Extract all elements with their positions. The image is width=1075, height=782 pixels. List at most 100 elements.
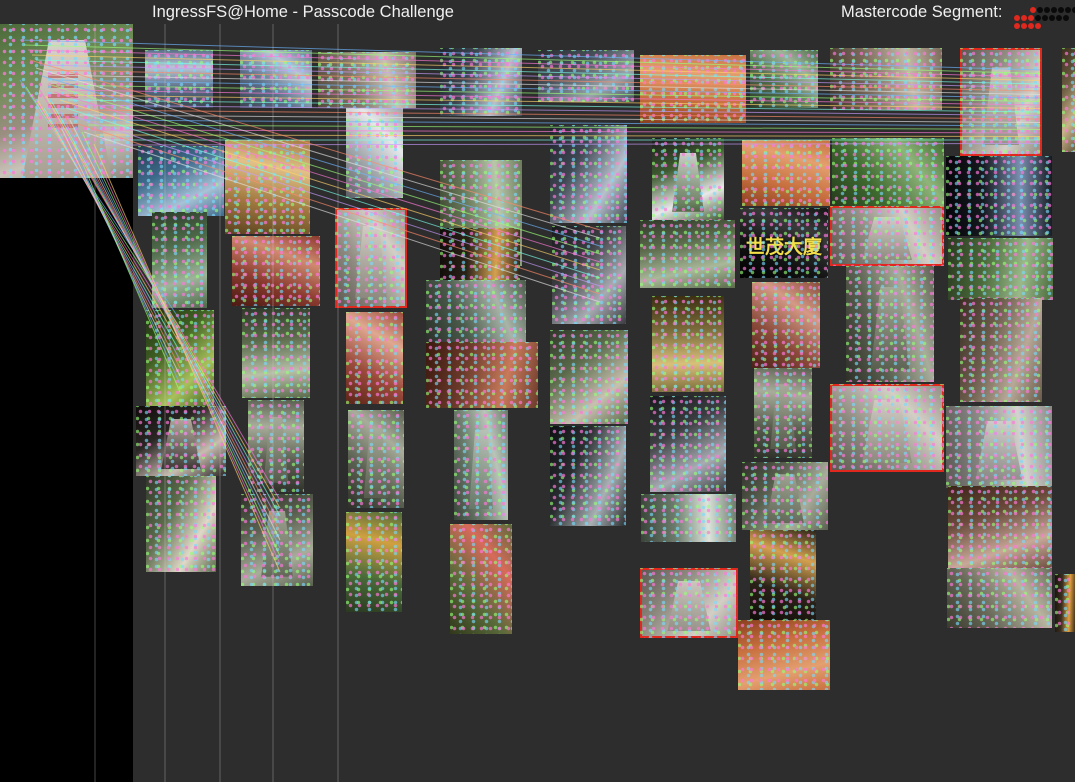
- page-title: IngressFS@Home - Passcode Challenge: [152, 3, 454, 21]
- tile-keypoints: [440, 48, 522, 116]
- candidate-image-stone-pillar[interactable]: [754, 368, 812, 458]
- candidate-image-orange-building[interactable]: [742, 140, 830, 206]
- tile-keypoints: [832, 138, 944, 210]
- tile-keypoints: [450, 524, 512, 634]
- candidate-image-neon-sculpture[interactable]: [946, 156, 1052, 236]
- tile-keypoints: [348, 410, 404, 508]
- tile-keypoints: [946, 406, 1052, 488]
- candidate-image-arch-shrine[interactable]: [146, 476, 216, 572]
- tile-keypoints: [232, 236, 320, 306]
- tile-keypoints: [650, 396, 726, 492]
- segment-dot: [1035, 23, 1041, 29]
- candidate-image-building-sign[interactable]: 世茂大廈: [740, 208, 828, 278]
- candidate-image-train[interactable]: [650, 396, 726, 492]
- segment-dot: [1065, 7, 1071, 13]
- tile-keypoints: [740, 208, 828, 278]
- match-line: [79, 114, 1041, 123]
- tile-keypoints: [830, 48, 942, 110]
- tile-keypoints: [640, 220, 735, 288]
- candidate-image-stone-pillar[interactable]: [241, 494, 313, 586]
- segment-dot: [1021, 23, 1027, 29]
- candidate-image-garden-bench[interactable]: [346, 512, 402, 612]
- candidate-image-red-flowers[interactable]: [450, 524, 512, 634]
- candidate-image-shrine-bottles[interactable]: [1062, 48, 1075, 152]
- candidate-image-lantern[interactable]: [146, 310, 214, 406]
- candidate-image-street-scene[interactable]: [538, 50, 634, 102]
- candidate-image-shop[interactable]: [550, 426, 626, 526]
- candidate-image-stone-monument[interactable]: [830, 384, 944, 472]
- candidate-image-stone-pillar[interactable]: [348, 410, 404, 508]
- candidate-image-fence[interactable]: [640, 220, 735, 288]
- tile-keypoints: [846, 266, 934, 382]
- tile-keypoints: [240, 50, 312, 108]
- candidate-image-flower-cart[interactable]: [346, 312, 403, 404]
- segment-dot: [1028, 23, 1034, 29]
- left-panel-background: [0, 178, 133, 782]
- candidate-image-plaza[interactable]: [152, 212, 207, 308]
- candidate-image-lion-statue[interactable]: [136, 406, 226, 476]
- candidate-image-stone-monument[interactable]: [830, 206, 944, 266]
- tile-keypoints: [552, 226, 626, 324]
- candidate-image-fountain[interactable]: [426, 280, 526, 342]
- segment-dot: [1035, 15, 1041, 21]
- candidate-image-bridge[interactable]: [242, 308, 310, 398]
- candidate-image-stone-pillar[interactable]: [742, 462, 828, 530]
- tile-keypoints: [538, 50, 634, 102]
- candidate-image-street[interactable]: [240, 50, 312, 108]
- candidate-image-park[interactable]: [948, 238, 1053, 300]
- candidate-image-building[interactable]: [830, 48, 942, 110]
- candidate-image-clock-tower[interactable]: [550, 125, 627, 223]
- candidate-image-lantern-post[interactable]: [960, 298, 1042, 402]
- candidate-image-bus[interactable]: [1055, 574, 1075, 632]
- tile-keypoints: [136, 406, 226, 476]
- candidate-image-red-building[interactable]: [752, 282, 820, 368]
- candidate-image-orange-building[interactable]: [640, 55, 746, 123]
- candidate-image-gate[interactable]: [232, 236, 320, 306]
- tile-keypoints: [138, 146, 224, 216]
- candidate-image-stone-pillar[interactable]: [846, 266, 934, 382]
- tile-keypoints: [948, 238, 1053, 300]
- candidate-image-shrine[interactable]: [225, 140, 310, 234]
- tile-keypoints: [318, 52, 416, 108]
- candidate-image-night-building[interactable]: [440, 228, 520, 280]
- candidate-image-clock-tower[interactable]: [440, 48, 522, 116]
- tile-keypoints: [146, 310, 214, 406]
- candidate-image-sign-board[interactable]: [641, 494, 736, 542]
- candidate-image-snail-sculpture[interactable]: [652, 296, 724, 392]
- tile-keypoints: [750, 530, 816, 620]
- tile-keypoints: [641, 494, 736, 542]
- candidate-image-panda-statue[interactable]: [652, 138, 724, 220]
- candidate-image-stone-carving[interactable]: [946, 406, 1052, 488]
- segment-dot: [1028, 15, 1034, 21]
- candidate-image-white-building[interactable]: [346, 108, 403, 198]
- candidate-image-red-frame[interactable]: [426, 342, 538, 408]
- tile-keypoints: [960, 298, 1042, 402]
- tile-keypoints: [1062, 48, 1075, 152]
- candidate-image-train[interactable]: [552, 226, 626, 324]
- candidate-image-sculpture[interactable]: [318, 52, 416, 108]
- candidate-image-garden[interactable]: [832, 138, 944, 210]
- candidate-image-stone-monument[interactable]: [640, 568, 738, 638]
- segment-dot: [1037, 7, 1043, 13]
- candidate-image-stone-pillar[interactable]: [248, 400, 304, 492]
- candidate-image-stone-monument[interactable]: [960, 48, 1042, 156]
- candidate-image-house[interactable]: [948, 486, 1052, 570]
- candidate-image-orange-building[interactable]: [738, 620, 830, 690]
- tile-keypoints: [640, 568, 738, 638]
- segment-dot: [1044, 7, 1050, 13]
- tile-keypoints: [335, 208, 407, 308]
- candidate-image-deer-sculpture[interactable]: [947, 568, 1052, 628]
- segment-dot: [1030, 7, 1036, 13]
- candidate-image-stone-monument[interactable]: [335, 208, 407, 308]
- candidate-image-plaza[interactable]: [750, 50, 818, 108]
- tile-keypoints: [454, 410, 508, 520]
- candidate-image-night-building[interactable]: [750, 530, 816, 620]
- candidate-image-street[interactable]: [145, 50, 213, 108]
- segment-dot: [1014, 15, 1020, 21]
- tile-keypoints: [225, 140, 310, 234]
- segment-dot: [1021, 15, 1027, 21]
- segment-dot: [1058, 7, 1064, 13]
- candidate-image-garden-sign[interactable]: [550, 330, 628, 424]
- candidate-image-mural[interactable]: [138, 146, 224, 216]
- candidate-image-statue[interactable]: [454, 410, 508, 520]
